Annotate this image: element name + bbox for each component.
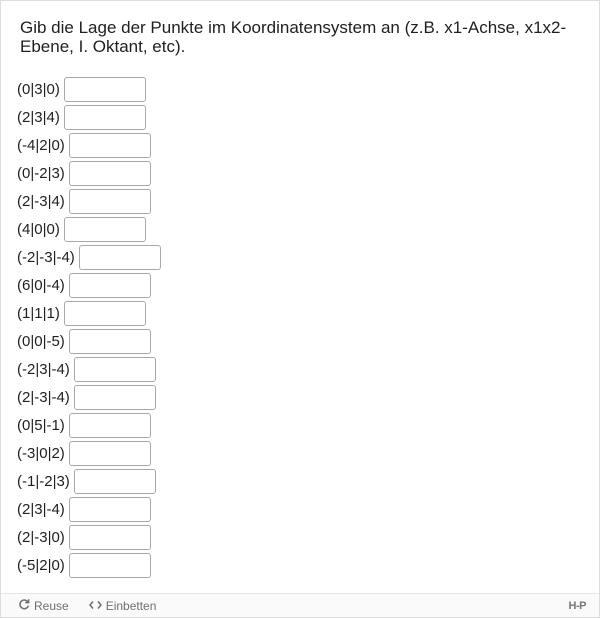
- point-label: (2|3|-4): [17, 500, 65, 518]
- point-label: (6|0|-4): [17, 276, 65, 294]
- point-label: (-3|0|2): [17, 444, 65, 462]
- answer-input[interactable]: [68, 272, 151, 298]
- reuse-button[interactable]: Reuse: [18, 598, 69, 613]
- point-row: (0|5|-1): [17, 411, 161, 439]
- point-row: (0|-2|3): [17, 159, 161, 187]
- answer-input[interactable]: [73, 356, 156, 382]
- answer-input[interactable]: [68, 412, 151, 438]
- point-row: (2|-3|-4): [17, 383, 161, 411]
- task-description: Gib die Lage der Punkte im Koordinatensy…: [20, 18, 567, 56]
- point-row: (0|3|0): [17, 75, 161, 103]
- answer-input[interactable]: [68, 496, 151, 522]
- point-list: (0|3|0) (2|3|4) (-4|2|0) (0|-2|3) (2|-3|4) (4…: [17, 75, 161, 579]
- point-label: (2|-3|0): [17, 528, 65, 546]
- answer-input[interactable]: [68, 132, 151, 158]
- point-row: (6|0|-4): [17, 271, 161, 299]
- answer-input[interactable]: [73, 468, 156, 494]
- point-label: (4|0|0): [17, 220, 60, 238]
- answer-input[interactable]: [68, 160, 151, 186]
- point-label: (2|-3|-4): [17, 388, 70, 406]
- code-icon: [88, 599, 102, 613]
- h5p-logo[interactable]: H-P: [569, 600, 587, 612]
- point-label: (-1|-2|3): [17, 472, 70, 490]
- embed-button[interactable]: Einbetten: [88, 598, 157, 613]
- point-label: (0|-2|3): [17, 164, 65, 182]
- point-row: (-1|-2|3): [17, 467, 161, 495]
- refresh-icon: [18, 598, 30, 613]
- h5p-footer: Reuse Einbetten H-P: [1, 593, 599, 617]
- answer-input[interactable]: [78, 244, 161, 270]
- point-label: (1|1|1): [17, 304, 60, 322]
- answer-input[interactable]: [68, 552, 151, 578]
- answer-input[interactable]: [68, 440, 151, 466]
- point-label: (-4|2|0): [17, 136, 65, 154]
- embed-label: Einbetten: [105, 598, 157, 613]
- point-label: (0|5|-1): [17, 416, 65, 434]
- point-label: (0|3|0): [17, 80, 60, 98]
- h5p-content: Gib die Lage der Punkte im Koordinatensy…: [0, 0, 600, 618]
- point-row: (-4|2|0): [17, 131, 161, 159]
- reuse-label: Reuse: [34, 598, 69, 613]
- point-row: (2|3|-4): [17, 495, 161, 523]
- point-label: (2|-3|4): [17, 192, 65, 210]
- answer-input[interactable]: [73, 384, 156, 410]
- answer-input[interactable]: [68, 524, 151, 550]
- answer-input[interactable]: [68, 188, 151, 214]
- point-label: (-2|-3|-4): [17, 248, 75, 266]
- point-row: (4|0|0): [17, 215, 161, 243]
- point-row: (2|3|4): [17, 103, 161, 131]
- point-label: (-2|3|-4): [17, 360, 70, 378]
- point-label: (2|3|4): [17, 108, 60, 126]
- point-label: (-5|2|0): [17, 556, 65, 574]
- point-row: (-3|0|2): [17, 439, 161, 467]
- point-row: (-2|-3|-4): [17, 243, 161, 271]
- answer-input[interactable]: [63, 76, 146, 102]
- point-row: (-5|2|0): [17, 551, 161, 579]
- point-label: (0|0|-5): [17, 332, 65, 350]
- point-row: (0|0|-5): [17, 327, 161, 355]
- point-row: (-2|3|-4): [17, 355, 161, 383]
- answer-input[interactable]: [63, 216, 146, 242]
- answer-input[interactable]: [63, 104, 146, 130]
- point-row: (2|-3|0): [17, 523, 161, 551]
- point-row: (1|1|1): [17, 299, 161, 327]
- answer-input[interactable]: [68, 328, 151, 354]
- point-row: (2|-3|4): [17, 187, 161, 215]
- answer-input[interactable]: [63, 300, 146, 326]
